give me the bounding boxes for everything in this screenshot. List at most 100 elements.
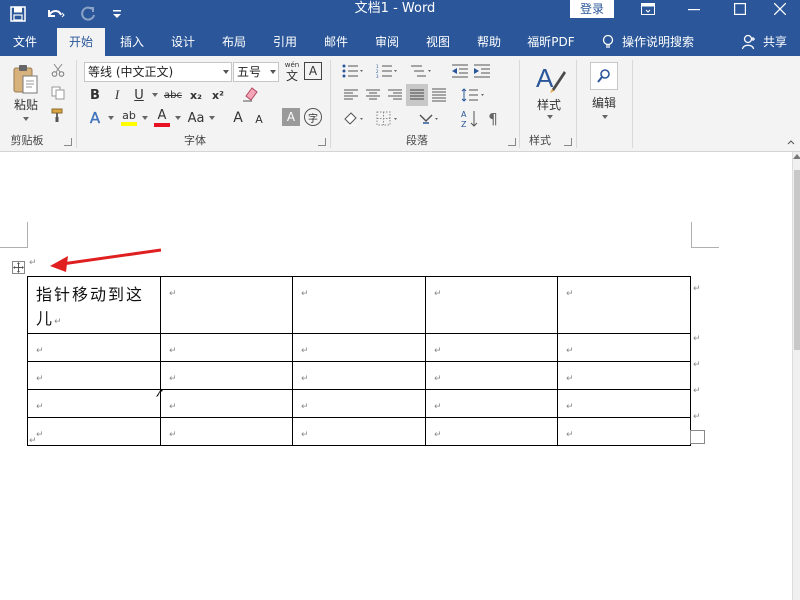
login-button[interactable]: 登录 — [570, 0, 614, 18]
table-cell[interactable]: ↵ — [557, 333, 691, 362]
tab-help[interactable]: 帮助 — [465, 28, 513, 56]
table-resize-handle[interactable] — [690, 430, 705, 444]
tab-review[interactable]: 审阅 — [363, 28, 411, 56]
tab-file[interactable]: 文件 — [0, 28, 50, 56]
styles-dropdown-icon[interactable] — [543, 112, 555, 122]
character-border-icon[interactable]: A — [304, 62, 322, 80]
paste-dropdown-icon[interactable] — [18, 114, 32, 124]
table-cell[interactable]: ↵ — [425, 333, 558, 362]
align-left-icon[interactable] — [342, 86, 360, 104]
align-center-icon[interactable] — [364, 86, 382, 104]
distributed-icon[interactable] — [430, 86, 448, 104]
copy-icon[interactable] — [50, 85, 66, 101]
table-cell[interactable]: ↵ — [557, 389, 691, 418]
highlight-dropdown-icon[interactable] — [139, 108, 149, 128]
lightbulb-icon[interactable] — [598, 28, 618, 56]
borders-icon[interactable] — [376, 110, 402, 128]
line-spacing-icon[interactable] — [460, 86, 488, 104]
ribbon-display-icon[interactable] — [628, 0, 668, 18]
shrink-font-button[interactable]: A — [252, 110, 266, 128]
table-cell[interactable]: ↵ — [292, 276, 426, 334]
bold-button[interactable]: B — [86, 86, 104, 104]
styles-launcher-icon[interactable] — [564, 138, 572, 146]
table-cell[interactable]: ↵ — [160, 389, 293, 418]
superscript-button[interactable]: x² — [208, 86, 228, 104]
tab-view[interactable]: 视图 — [414, 28, 462, 56]
table-cell[interactable]: ↵ — [160, 276, 293, 334]
strikethrough-button[interactable]: abc — [162, 86, 184, 104]
sort-icon[interactable]: AZ — [460, 108, 480, 130]
save-icon[interactable] — [6, 0, 30, 28]
font-color-dropdown-icon[interactable] — [172, 108, 182, 128]
clear-formatting-icon[interactable] — [240, 84, 260, 104]
paragraph-launcher-icon[interactable] — [508, 138, 516, 146]
multilevel-list-icon[interactable] — [410, 62, 434, 80]
customize-icon[interactable] — [108, 0, 126, 28]
table-cell[interactable]: ↵ — [27, 389, 161, 418]
tab-insert[interactable]: 插入 — [108, 28, 156, 56]
show-paragraph-marks-icon[interactable]: ¶ — [484, 108, 502, 130]
redo-icon[interactable] — [76, 0, 100, 28]
editing-dropdown-icon[interactable] — [598, 112, 610, 122]
table-cell[interactable]: ↵ — [557, 276, 691, 334]
close-icon[interactable] — [760, 0, 800, 18]
undo-icon[interactable] — [40, 0, 70, 28]
scroll-up-icon[interactable] — [793, 154, 800, 159]
table-cell[interactable]: ↵ — [425, 389, 558, 418]
tab-references[interactable]: 引用 — [261, 28, 309, 56]
vertical-scrollbar[interactable] — [792, 152, 800, 600]
tell-me-search[interactable]: 操作说明搜索 — [622, 28, 708, 56]
styles-button[interactable]: 样式 — [529, 96, 569, 112]
align-right-icon[interactable] — [386, 86, 404, 104]
increase-indent-icon[interactable] — [472, 62, 492, 80]
shading-icon[interactable] — [342, 110, 368, 128]
table-cell[interactable]: ↵ — [292, 333, 426, 362]
paste-label[interactable]: 粘贴 — [8, 96, 44, 112]
change-case-dropdown-icon[interactable] — [206, 108, 216, 128]
collapse-ribbon-icon[interactable] — [786, 138, 796, 146]
table-cell[interactable]: ↵ — [425, 276, 558, 334]
font-color-icon[interactable]: A — [152, 108, 172, 128]
enclose-characters-icon[interactable]: 字 — [304, 108, 322, 126]
table-cell[interactable]: ↵ — [160, 417, 293, 446]
font-launcher-icon[interactable] — [318, 138, 326, 146]
bullets-icon[interactable] — [342, 62, 366, 80]
text-effects-icon[interactable]: A — [84, 108, 106, 128]
highlight-color-icon[interactable]: ab — [118, 108, 140, 128]
character-shading-icon[interactable]: A — [282, 108, 300, 126]
font-size-combo[interactable]: 五号 — [233, 62, 279, 82]
underline-dropdown-icon[interactable] — [149, 86, 159, 104]
chinese-layout-icon[interactable] — [418, 110, 444, 128]
table-cell[interactable]: ↵ — [557, 361, 691, 390]
maximize-icon[interactable] — [720, 0, 760, 18]
grow-font-button[interactable]: A — [230, 108, 246, 128]
format-painter-icon[interactable] — [50, 107, 66, 123]
tab-mailings[interactable]: 邮件 — [312, 28, 360, 56]
subscript-button[interactable]: x₂ — [186, 86, 206, 104]
table-cell[interactable]: ↵ — [292, 389, 426, 418]
tab-design[interactable]: 设计 — [159, 28, 207, 56]
table-cell[interactable]: ↵ — [292, 417, 426, 446]
table-cell[interactable]: ↵ — [425, 361, 558, 390]
paste-icon[interactable] — [8, 62, 44, 96]
tab-layout[interactable]: 布局 — [210, 28, 258, 56]
text-effects-dropdown-icon[interactable] — [105, 108, 115, 128]
styles-icon[interactable]: A — [530, 60, 568, 96]
search-icon[interactable] — [590, 62, 618, 90]
change-case-button[interactable]: Aa — [186, 108, 206, 128]
cut-icon[interactable] — [50, 62, 66, 78]
table-cell[interactable]: ↵ — [27, 417, 161, 446]
table-cell[interactable]: ↵ — [160, 333, 293, 362]
underline-button[interactable]: U — [130, 86, 148, 104]
table-cell[interactable]: ↵ — [160, 361, 293, 390]
tab-foxit-pdf[interactable]: 福昕PDF — [520, 28, 582, 56]
word-table[interactable]: 指针移动到这儿↵ ↵ ↵ ↵ ↵ ↵ ↵ ↵ ↵ ↵ ↵ ↵ ↵ ↵ ↵ ↵ ↵… — [27, 276, 691, 446]
justify-icon[interactable] — [406, 84, 428, 106]
scrollbar-thumb[interactable] — [794, 170, 800, 350]
person-icon[interactable] — [740, 28, 758, 56]
table-cell[interactable]: 指针移动到这儿↵ — [27, 276, 161, 334]
font-name-combo[interactable]: 等线 (中文正文) — [84, 62, 232, 82]
table-cell[interactable]: ↵ — [27, 361, 161, 390]
clipboard-launcher-icon[interactable] — [64, 138, 72, 146]
phonetic-guide-icon[interactable]: wén 文 — [282, 60, 302, 82]
